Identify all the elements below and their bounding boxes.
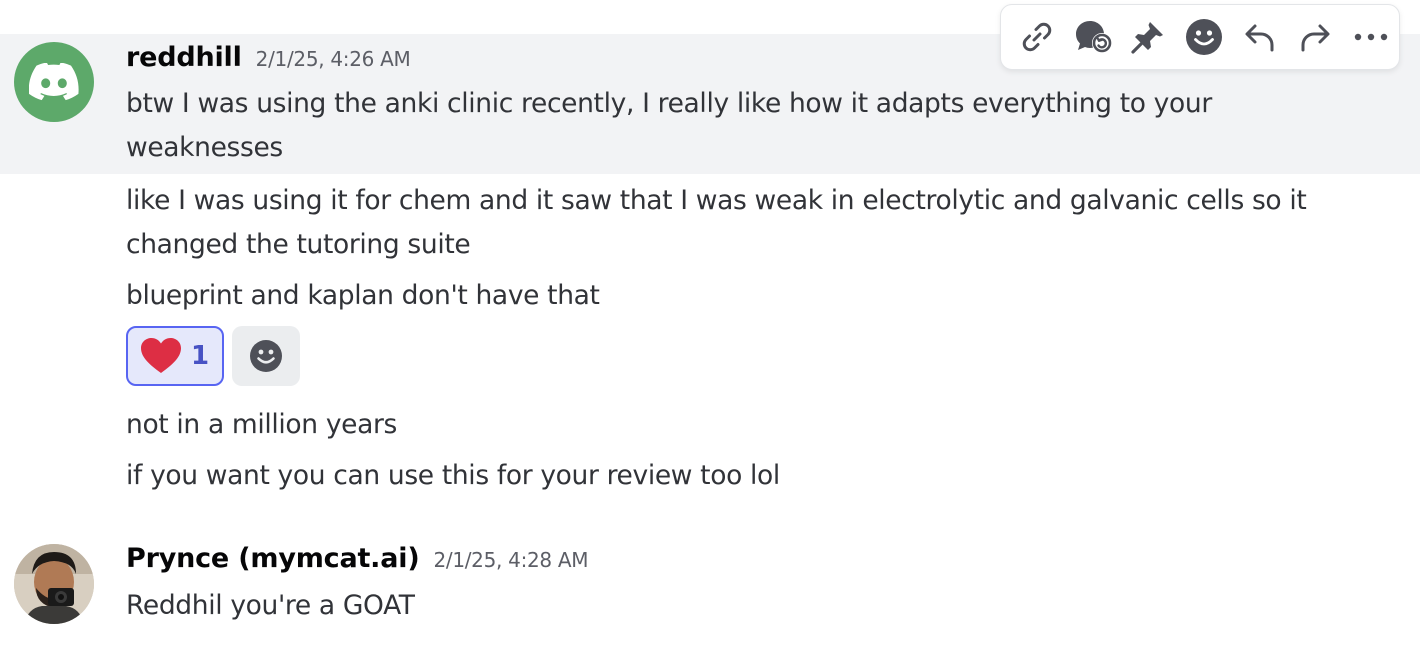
message-text: like I was using it for chem and it saw … <box>126 185 1307 260</box>
avatar[interactable] <box>14 42 94 122</box>
copy-link-button[interactable] <box>1009 9 1065 65</box>
timestamp[interactable]: 2/1/25, 4:26 AM <box>256 47 411 71</box>
discord-logo-icon <box>29 63 79 101</box>
pin-button[interactable] <box>1120 9 1176 65</box>
emoji-icon <box>1186 19 1223 55</box>
forward-icon <box>1301 24 1330 52</box>
message-text: btw I was using the anki clinic recently… <box>126 88 1212 163</box>
chat-messages: reddhill 2/1/25, 4:26 AM btw I was using… <box>0 0 1420 654</box>
reaction-heart[interactable]: 1 <box>126 326 224 386</box>
add-reaction-toolbar-button[interactable] <box>1176 9 1232 65</box>
more-icon <box>1354 33 1388 41</box>
username[interactable]: Prynce (mymcat.ai) <box>126 543 420 574</box>
add-reaction-button[interactable] <box>232 326 300 386</box>
create-thread-button[interactable] <box>1065 9 1121 65</box>
message-text: Reddhil you're a GOAT <box>126 590 415 621</box>
heart-icon <box>140 338 181 373</box>
pin-icon <box>1131 22 1164 54</box>
message-text: if you want you can use this for your re… <box>126 460 780 491</box>
forward-button[interactable] <box>1288 9 1344 65</box>
username[interactable]: reddhill <box>126 42 242 73</box>
link-icon <box>1022 22 1052 52</box>
message-header: Prynce (mymcat.ai) 2/1/25, 4:28 AM <box>126 543 589 574</box>
reply-icon <box>1245 24 1274 52</box>
reply-button[interactable] <box>1232 9 1288 65</box>
more-options-button[interactable] <box>1343 9 1399 65</box>
user-photo <box>14 544 94 624</box>
message-header: reddhill 2/1/25, 4:26 AM <box>126 42 411 73</box>
thread-icon <box>1075 21 1111 53</box>
message-text: not in a million years <box>126 409 397 440</box>
avatar[interactable] <box>14 544 94 624</box>
message-actions-toolbar <box>1000 4 1400 70</box>
emoji-icon <box>250 340 282 372</box>
reaction-count: 1 <box>190 341 210 371</box>
message-text: blueprint and kaplan don't have that <box>126 280 600 311</box>
timestamp[interactable]: 2/1/25, 4:28 AM <box>433 548 588 572</box>
